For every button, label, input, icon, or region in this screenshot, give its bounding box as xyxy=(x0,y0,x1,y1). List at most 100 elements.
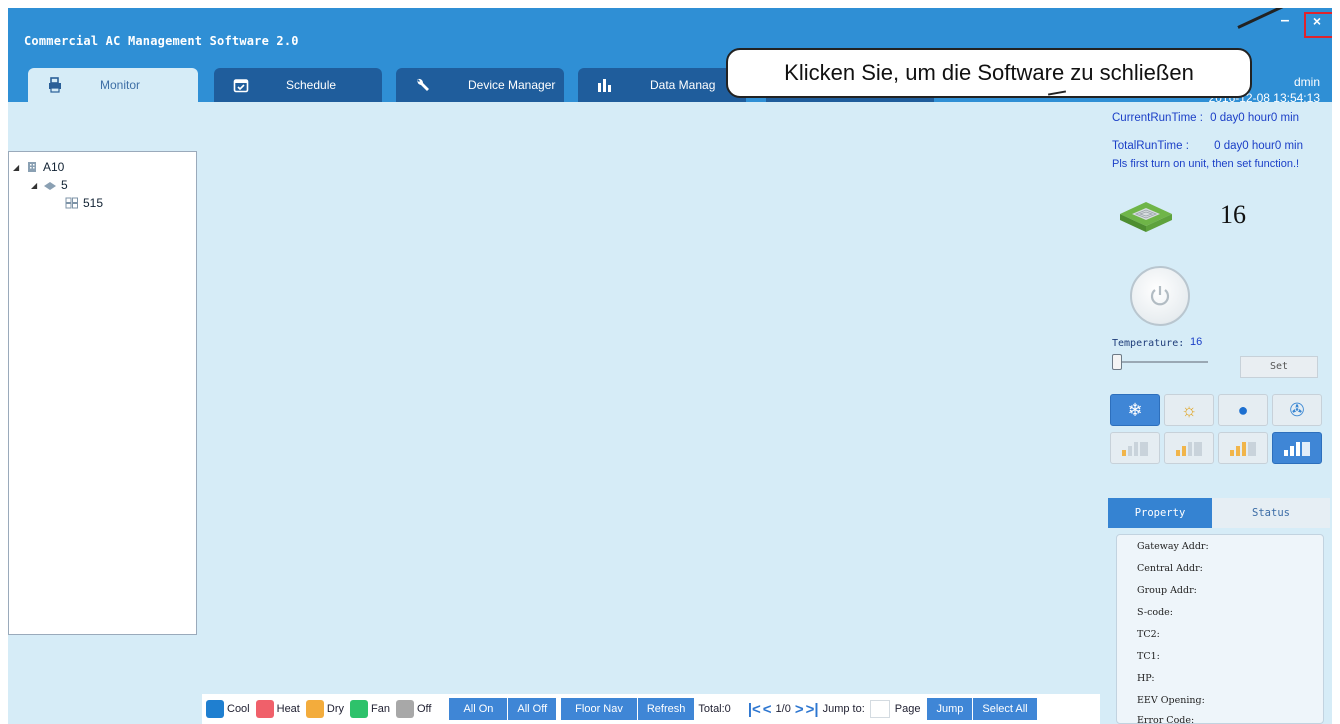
property-row: Gateway Addr: xyxy=(1137,541,1209,552)
device-tree: ◢ A10 ◢ 5 515 xyxy=(8,151,197,635)
fan-speed-high-button[interactable] xyxy=(1272,432,1322,464)
floor-nav-button[interactable]: Floor Nav xyxy=(561,698,638,720)
fan-speed-max-icon xyxy=(1284,440,1310,456)
fan-speed-med-icon xyxy=(1176,440,1202,456)
mode-buttons: ❄ ☼ ● ✇ xyxy=(1110,394,1324,428)
tree-node-label: A10 xyxy=(43,160,65,174)
snowflake-icon: ❄ xyxy=(1127,399,1143,420)
printer-icon xyxy=(46,76,64,94)
fan-icon: ✇ xyxy=(1289,399,1305,420)
legend-heat: Heat xyxy=(255,700,300,718)
legend-swatch xyxy=(206,700,224,718)
legend-off: Off xyxy=(395,700,431,718)
tab-schedule-label: Schedule xyxy=(286,78,337,92)
unit-temperature: 16 xyxy=(1220,200,1246,229)
tree-node-label: 5 xyxy=(61,178,68,192)
mode-legend: Cool Heat Dry Fan Off xyxy=(206,700,437,718)
fan-speed-mid-button[interactable] xyxy=(1218,432,1268,464)
temperature-label: Temperature: xyxy=(1112,338,1185,349)
tab-status[interactable]: Status xyxy=(1212,498,1330,528)
power-icon xyxy=(1150,286,1170,306)
select-all-button[interactable]: Select All xyxy=(973,698,1038,720)
page-label: Page xyxy=(894,703,921,715)
tab-device-manager[interactable]: Device Manager xyxy=(396,68,564,102)
legend-swatch xyxy=(395,700,414,718)
tab-monitor[interactable]: Monitor xyxy=(28,68,198,102)
tab-monitor-label: Monitor xyxy=(100,78,141,92)
app-title: Commercial AC Management Software 2.0 xyxy=(24,34,299,48)
mode-cool-button[interactable]: ❄ xyxy=(1110,394,1160,426)
tab-data-manager[interactable]: Data Manag xyxy=(578,68,746,102)
close-button-highlight xyxy=(1304,12,1332,38)
temperature-slider-thumb[interactable] xyxy=(1112,354,1122,370)
property-row: TC1: xyxy=(1137,651,1160,662)
fan-speed-low-icon xyxy=(1122,440,1148,456)
tab-device-manager-label: Device Manager xyxy=(468,78,556,92)
bar-chart-icon xyxy=(596,76,614,94)
expand-arrow-icon[interactable]: ◢ xyxy=(31,181,43,190)
temperature-slider-track[interactable] xyxy=(1118,361,1208,363)
tree-node-label: 515 xyxy=(83,196,104,210)
property-tabs: Property Status xyxy=(1108,498,1332,528)
property-row: Group Addr: xyxy=(1137,585,1197,596)
total-count: Total:0 xyxy=(698,703,731,715)
building-icon xyxy=(28,162,36,172)
refresh-button[interactable]: Refresh xyxy=(637,698,696,720)
last-page-icon[interactable]: >| xyxy=(806,701,819,718)
mode-fan-button[interactable]: ✇ xyxy=(1272,394,1322,426)
all-on-button[interactable]: All On xyxy=(449,698,509,720)
temperature-value: 16 xyxy=(1190,336,1203,348)
all-off-button[interactable]: All Off xyxy=(508,698,558,720)
property-row: TC2: xyxy=(1137,629,1160,640)
fan-speed-low-button[interactable] xyxy=(1164,432,1214,464)
property-list: Gateway Addr: Central Addr: Group Addr: … xyxy=(1116,534,1324,724)
tree-node-floor[interactable]: ◢ 5 xyxy=(31,176,68,194)
sun-icon: ☼ xyxy=(1180,399,1198,420)
power-button[interactable] xyxy=(1130,266,1190,326)
tab-data-manager-label: Data Manag xyxy=(650,78,716,92)
total-run-time: TotalRunTime : 0 day0 hour0 min xyxy=(1112,140,1303,152)
legend-swatch xyxy=(305,700,324,718)
calendar-icon xyxy=(232,76,250,94)
water-drop-icon: ● xyxy=(1237,399,1249,420)
unit-control-panel: CurrentRunTime : 0 day0 hour0 min TotalR… xyxy=(1108,102,1332,724)
page-indicator: 1/0 xyxy=(775,703,791,715)
current-run-time: CurrentRunTime : 0 day0 hour0 min xyxy=(1112,112,1300,124)
property-row: Error Code: xyxy=(1137,715,1195,724)
callout-annotation: Klicken Sie, um die Software zu schließe… xyxy=(726,48,1252,98)
bottom-toolbar: Cool Heat Dry Fan Off All On All Off Flo… xyxy=(202,694,1100,724)
next-page-icon[interactable]: > xyxy=(795,701,804,718)
tree-node-building[interactable]: ◢ A10 xyxy=(13,158,64,176)
legend-swatch xyxy=(255,700,274,718)
fan-speed-high-icon xyxy=(1230,440,1256,456)
app-window: Commercial AC Management Software 2.0 – … xyxy=(8,8,1332,724)
tab-schedule[interactable]: Schedule xyxy=(214,68,382,102)
tab-property[interactable]: Property xyxy=(1108,498,1212,528)
mode-heat-button[interactable]: ☼ xyxy=(1164,394,1214,426)
prev-page-icon[interactable]: < xyxy=(763,701,772,718)
set-button[interactable]: Set xyxy=(1240,356,1318,378)
fan-speed-auto-button[interactable] xyxy=(1110,432,1160,464)
property-row: S-code: xyxy=(1137,607,1174,618)
first-page-icon[interactable]: |< xyxy=(748,701,761,718)
hint-text: Pls first turn on unit, then set functio… xyxy=(1112,158,1300,170)
floor-icon xyxy=(44,182,56,190)
legend-fan: Fan xyxy=(349,700,390,718)
fan-speed-buttons xyxy=(1110,432,1324,466)
legend-dry: Dry xyxy=(305,700,344,718)
minimize-button[interactable]: – xyxy=(1272,10,1298,32)
property-row: HP: xyxy=(1137,673,1155,684)
mode-dry-button[interactable]: ● xyxy=(1218,394,1268,426)
wrench-icon xyxy=(414,76,432,94)
jump-to-label: Jump to: xyxy=(822,703,865,715)
expand-arrow-icon[interactable]: ◢ xyxy=(13,163,25,172)
room-grid-icon xyxy=(65,197,78,209)
tree-node-room[interactable]: 515 xyxy=(65,194,103,212)
jump-button[interactable]: Jump xyxy=(927,698,974,720)
property-row: Central Addr: xyxy=(1137,563,1203,574)
jump-page-input[interactable] xyxy=(869,700,890,718)
legend-cool: Cool xyxy=(206,700,250,718)
property-row: EEV Opening: xyxy=(1137,695,1205,706)
callout-text: Klicken Sie, um die Software zu schließe… xyxy=(784,60,1194,85)
cassette-ac-icon xyxy=(1120,202,1172,232)
